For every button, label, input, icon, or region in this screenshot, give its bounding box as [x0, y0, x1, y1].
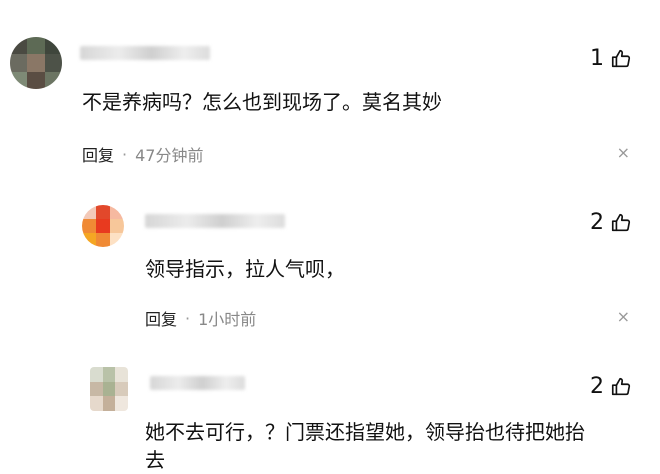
close-icon[interactable]: ×: [617, 143, 630, 162]
avatar[interactable]: [90, 367, 128, 411]
comment-text: 领导指示，拉人气呗，: [145, 257, 345, 281]
separator-dot: ·: [122, 144, 128, 164]
thumbs-up-icon: [611, 49, 631, 67]
comment-meta: 回复 · 1小时前: [145, 306, 256, 330]
comment-text: 她不去可行，？门票还指望她，领导抬也待把她抬: [145, 420, 585, 444]
username[interactable]: [145, 214, 285, 228]
comment-text-overflow: 去: [145, 448, 165, 472]
like-count: 2: [590, 210, 604, 235]
like-count: 1: [590, 46, 604, 71]
thumbs-up-icon: [611, 213, 631, 231]
timestamp: 47分钟前: [135, 146, 204, 165]
username[interactable]: [80, 46, 210, 60]
username[interactable]: [150, 376, 245, 390]
separator-dot: ·: [185, 308, 191, 328]
comment-text: 不是养病吗？怎么也到现场了。莫名其妙: [82, 90, 442, 114]
like-button[interactable]: 1: [590, 46, 632, 71]
comment-meta: 回复 · 47分钟前: [82, 142, 203, 166]
like-button[interactable]: 2: [590, 374, 632, 399]
timestamp: 1小时前: [198, 310, 257, 329]
like-button[interactable]: 2: [590, 210, 632, 235]
reply-button[interactable]: 回复: [82, 142, 114, 166]
close-icon[interactable]: ×: [617, 307, 630, 326]
avatar[interactable]: [10, 37, 62, 89]
avatar[interactable]: [82, 205, 124, 247]
like-count: 2: [590, 374, 604, 399]
thumbs-up-icon: [611, 377, 631, 395]
reply-button[interactable]: 回复: [145, 306, 177, 330]
